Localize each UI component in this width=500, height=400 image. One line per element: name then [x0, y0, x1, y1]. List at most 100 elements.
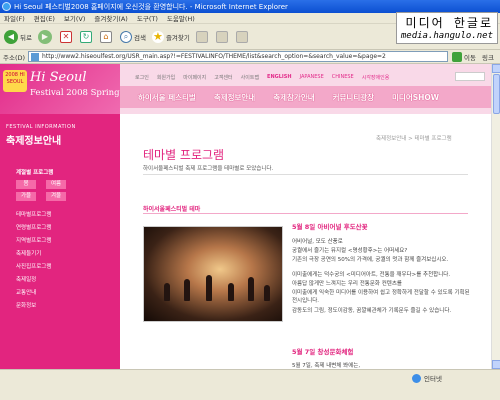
scroll-thumb[interactable]: [493, 74, 500, 114]
home-button[interactable]: ⌂: [99, 30, 114, 43]
divider: [143, 174, 468, 175]
performer-silhouette: [248, 277, 254, 301]
favorites-button[interactable]: ★ 즐겨찾기: [151, 30, 190, 43]
util-login[interactable]: 로그인: [135, 74, 149, 81]
util-mypage[interactable]: 마이페이지: [183, 74, 206, 81]
watermark-english: media.hangulo.net: [400, 31, 493, 41]
go-button[interactable]: 이동: [452, 51, 476, 62]
search-icon: ⌕: [119, 30, 132, 43]
mail-button[interactable]: [215, 30, 230, 43]
logo-festival: Festival 2008 Spring: [30, 88, 120, 98]
back-label: 뒤로: [20, 33, 32, 42]
globe-icon: [412, 373, 421, 383]
left-nav-item-photo[interactable]: 사진집프로그램: [16, 262, 51, 275]
address-bar: 주소(D) http://www2.hiseoulfest.org/USR_ma…: [0, 50, 500, 64]
scroll-down-button[interactable]: [492, 360, 500, 369]
left-nav-item-schedule[interactable]: 축제일정: [16, 275, 51, 288]
performer-silhouette: [184, 279, 190, 301]
back-button[interactable]: ◀ 뒤로: [4, 29, 32, 44]
print-button[interactable]: [235, 30, 250, 43]
forward-button[interactable]: ▶: [37, 29, 54, 44]
event-line: 이미출에게는 덕수궁의 <미디어아트, 전통을 깨우다>를 추천합니다.: [292, 272, 451, 278]
menu-tools[interactable]: 도구(T): [137, 13, 158, 23]
left-nav-item-tour[interactable]: 축제둘기기: [16, 249, 51, 262]
util-english[interactable]: ENGLISH: [267, 74, 292, 81]
history-button[interactable]: [195, 30, 210, 43]
forward-arrow-icon: ▶: [37, 29, 52, 44]
season-summer[interactable]: 여름: [46, 180, 66, 189]
event-line: 어비어널, 모도 산풍로: [292, 239, 343, 245]
event-line: 기존의 극장 공연의 50%의 가격에, 궁궐의 멋과 함께 즐겨보십시오.: [292, 257, 449, 263]
site-logo[interactable]: 2008 HI SEOUL Hi Seoul Festival 2008 Spr…: [0, 64, 120, 114]
left-nav-item-culture[interactable]: 문화정보: [16, 301, 51, 314]
left-nav-item-region[interactable]: 지역별프로그램: [16, 236, 51, 249]
address-url: http://www2.hiseoulfest.org/USR_main.asp…: [42, 53, 386, 60]
search-button[interactable]: ⌕ 검색: [119, 30, 146, 43]
left-nav-item-traffic[interactable]: 교통안내: [16, 288, 51, 301]
refresh-button[interactable]: ↻: [79, 30, 94, 43]
util-customer[interactable]: 고객센터: [214, 74, 232, 81]
event2-title[interactable]: 5월 7일 창성문화체험: [292, 346, 353, 356]
utility-links: 로그인 회원가입 마이페이지 고객센터 사이트맵 ENGLISH JAPANES…: [135, 74, 397, 81]
refresh-icon: ↻: [79, 30, 92, 43]
menu-favorites[interactable]: 즐겨찾기(A): [94, 13, 127, 23]
performer-silhouette: [206, 275, 212, 301]
event-line: 감동도의 그림, 정도이감동, 꿈깔혜관체가 기록문두 즐길 수 있습니다.: [292, 308, 452, 314]
gnb-participate[interactable]: 축제참가안내: [273, 92, 314, 103]
left-nav-item-age[interactable]: 연령별프로그램: [16, 223, 51, 236]
season-section-title[interactable]: 계절별 프로그램: [16, 168, 53, 176]
history-icon: [195, 30, 208, 43]
event-photo[interactable]: [143, 226, 283, 322]
season-winter[interactable]: 겨울: [46, 192, 66, 201]
stop-button[interactable]: ✕: [59, 30, 74, 43]
util-japanese[interactable]: JAPANESE: [300, 74, 324, 81]
util-accessible[interactable]: 시각장애인용: [362, 74, 390, 81]
star-icon: ★: [151, 30, 164, 43]
address-label: 주소(D): [3, 53, 26, 62]
section-title: 하이서울페스티벌 테마: [143, 206, 201, 213]
gnb-info[interactable]: 축제정보안내: [214, 92, 255, 103]
event-description: 어비어널, 모도 산풍로 궁궐에서 즐기는 뮤지컬 <명성황후>는 어떠세요? …: [292, 237, 472, 315]
zone-label: 인터넷: [424, 375, 442, 383]
go-arrow-icon: [452, 51, 463, 62]
logo-badge: 2008 HI SEOUL: [3, 70, 27, 92]
event-title[interactable]: 5월 8일 아비어널 후도산꽃: [292, 221, 368, 231]
watermark-korean: 미디어 한글로: [405, 16, 493, 30]
performer-silhouette: [264, 285, 270, 301]
season-spring[interactable]: 봄: [16, 180, 36, 189]
menu-edit[interactable]: 편집(E): [34, 13, 55, 23]
performer-silhouette: [164, 283, 170, 301]
stop-icon: ✕: [59, 30, 72, 43]
web-page: 2008 HI SEOUL Hi Seoul Festival 2008 Spr…: [0, 64, 491, 369]
scroll-up-button[interactable]: [492, 64, 500, 73]
left-nav-item-theme[interactable]: 테마별프로그램: [16, 210, 51, 223]
home-icon: ⌂: [99, 30, 112, 43]
gnb-media[interactable]: 미디어SHOW: [392, 92, 439, 103]
site-search-input[interactable]: [455, 72, 485, 81]
global-nav: 하이서울 페스티벌 축제정보안내 축제참가안내 커뮤니티광장 미디어SHOW: [120, 86, 491, 108]
util-chinese[interactable]: CHINESE: [332, 74, 354, 81]
logo-name: Hi Seoul: [30, 70, 87, 85]
menu-view[interactable]: 보기(V): [64, 13, 85, 23]
vertical-scrollbar[interactable]: [491, 64, 500, 369]
menu-help[interactable]: 도움말(H): [167, 13, 195, 23]
mail-icon: [215, 30, 228, 43]
section-divider: [143, 213, 468, 214]
util-join[interactable]: 회원가입: [157, 74, 175, 81]
watermark: 미디어 한글로 media.hangulo.net: [396, 12, 498, 44]
left-nav-eyebrow: FESTIVAL INFORMATION: [6, 124, 76, 130]
event-line: 이미출에게 익숙한 미디어를 이용하여 쉽고 정확하게 전달할 수 있도록 기획…: [292, 290, 470, 304]
page-icon: [31, 52, 40, 61]
address-input[interactable]: http://www2.hiseoulfest.org/USR_main.asp…: [28, 51, 449, 62]
back-arrow-icon: ◀: [4, 29, 18, 44]
site-header: 2008 HI SEOUL Hi Seoul Festival 2008 Spr…: [0, 64, 491, 114]
gnb-community[interactable]: 커뮤니티광장: [333, 92, 374, 103]
menu-file[interactable]: 파일(F): [4, 13, 25, 23]
links-button[interactable]: 링크: [482, 52, 494, 62]
gnb-festival[interactable]: 하이서울 페스티벌: [138, 92, 196, 103]
page-description: 하이서울페스티벌 축제 프로그램을 테마별로 모았습니다.: [143, 166, 274, 172]
status-bar: 인터넷: [0, 369, 500, 400]
season-autumn[interactable]: 가을: [16, 192, 36, 201]
util-sitemap[interactable]: 사이트맵: [241, 74, 259, 81]
window-title: Hi Seoul 페스티벌2008 홈페이지에 오신것을 환영합니다. - Mi…: [14, 2, 288, 11]
